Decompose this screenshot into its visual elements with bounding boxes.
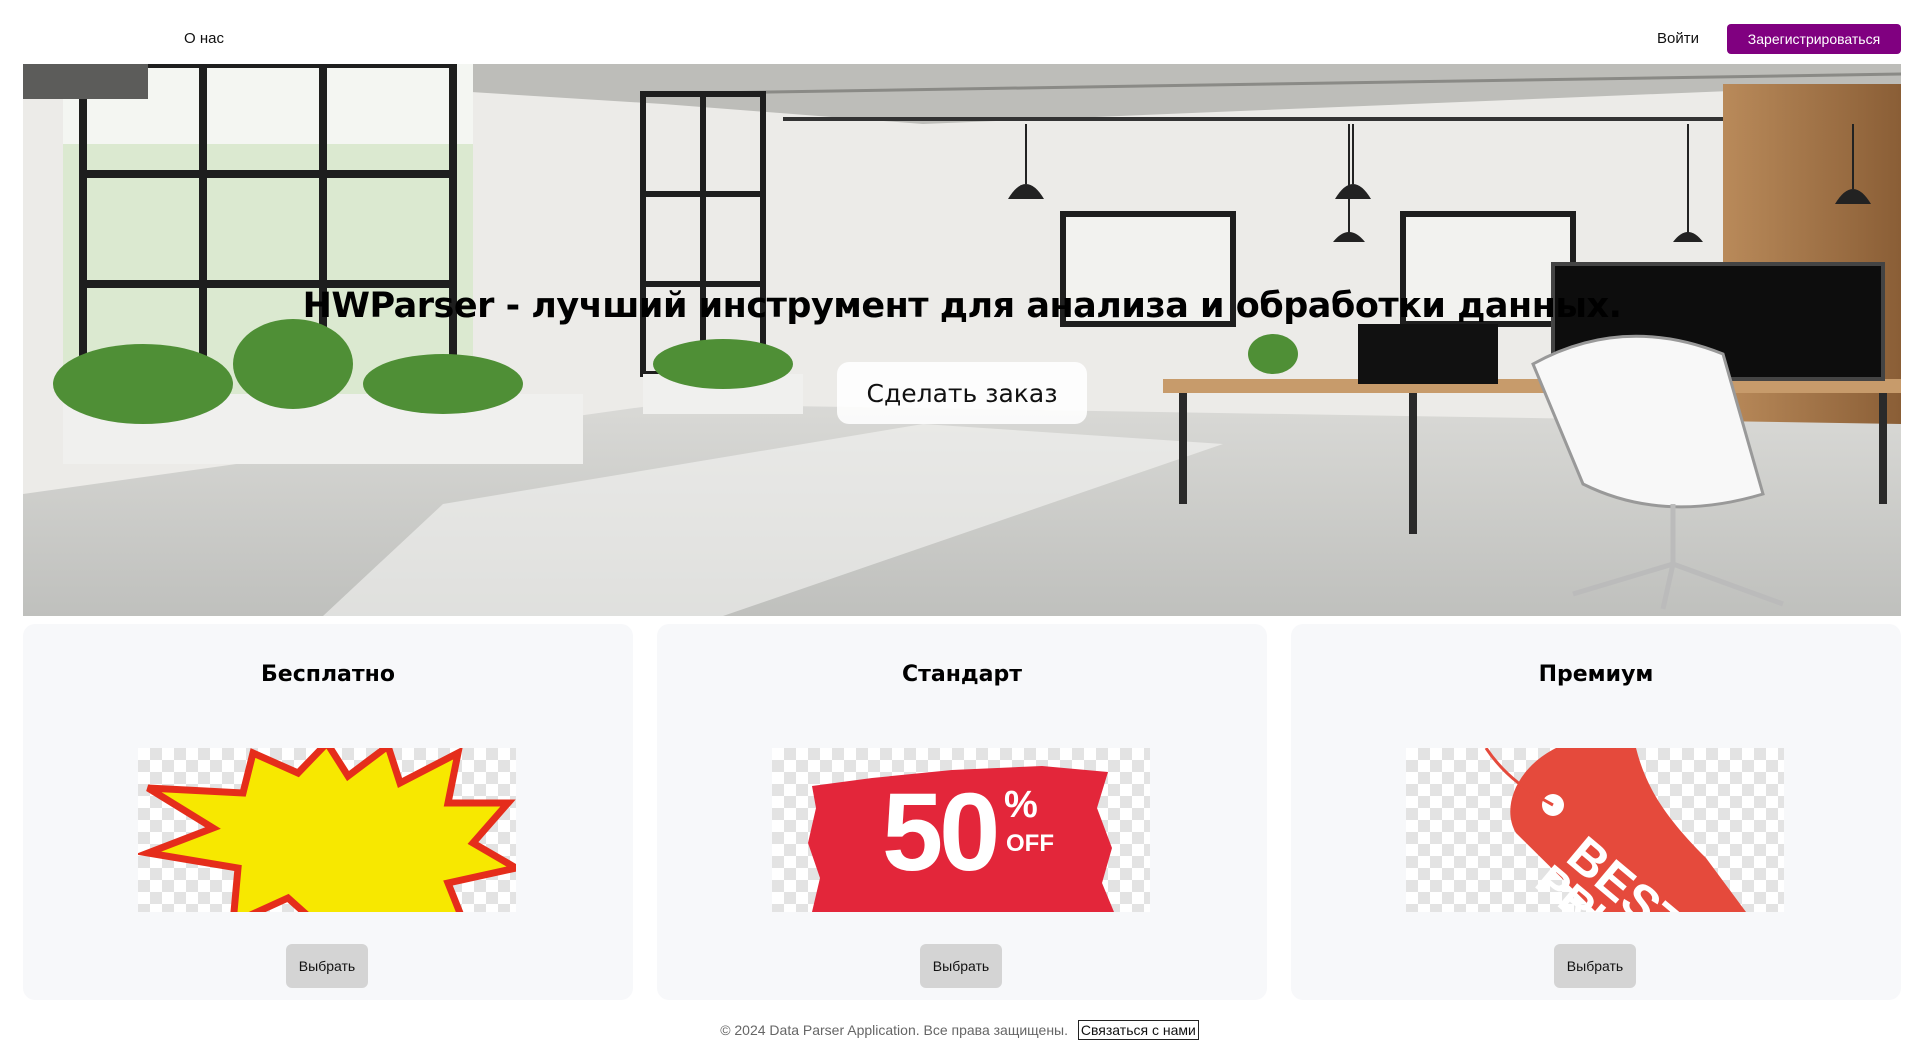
plan-card-standard: Стандарт 50 % OFF Выбрать: [657, 624, 1267, 1000]
plan-card-premium: Премиум BEST PRIC Выбрать: [1291, 624, 1901, 1000]
hero-title: HWParser - лучший инструмент для анализа…: [302, 286, 1622, 326]
copyright-text: © 2024 Data Parser Application. Все прав…: [720, 1022, 1069, 1038]
site-footer: © 2024 Data Parser Application. Все прав…: [0, 1020, 1919, 1044]
select-plan-button[interactable]: Выбрать: [1554, 944, 1636, 988]
sticker-number: 50: [882, 771, 1000, 894]
sticker-percent: %: [1004, 784, 1038, 826]
starburst-sticker-image: [138, 748, 516, 912]
sticker-off: OFF: [1006, 830, 1054, 857]
select-plan-button[interactable]: Выбрать: [286, 944, 368, 988]
pricing-plans: Бесплатно Выбрать Стандарт 50 % OFF Выбр…: [23, 624, 1901, 1000]
register-button[interactable]: Зарегистрироваться: [1727, 24, 1901, 54]
plan-title: Стандарт: [901, 662, 1023, 687]
50-off-sticker-image: 50 % OFF: [772, 748, 1150, 912]
site-header: О нас Войти Зарегистрироваться: [0, 0, 1919, 64]
plan-title: Премиум: [1538, 662, 1654, 687]
hero-banner: HWParser - лучший инструмент для анализа…: [23, 64, 1901, 616]
best-price-tag-image: BEST PRIC: [1406, 748, 1784, 912]
contact-us-button[interactable]: Связаться с нами: [1077, 1020, 1199, 1040]
login-link[interactable]: Войти: [1657, 30, 1699, 47]
plan-card-free: Бесплатно Выбрать: [23, 624, 633, 1000]
office-background-image: [23, 64, 1901, 616]
plan-title: Бесплатно: [261, 662, 395, 687]
nav-link-about[interactable]: О нас: [184, 30, 224, 47]
select-plan-button[interactable]: Выбрать: [920, 944, 1002, 988]
place-order-button[interactable]: Сделать заказ: [837, 362, 1087, 424]
